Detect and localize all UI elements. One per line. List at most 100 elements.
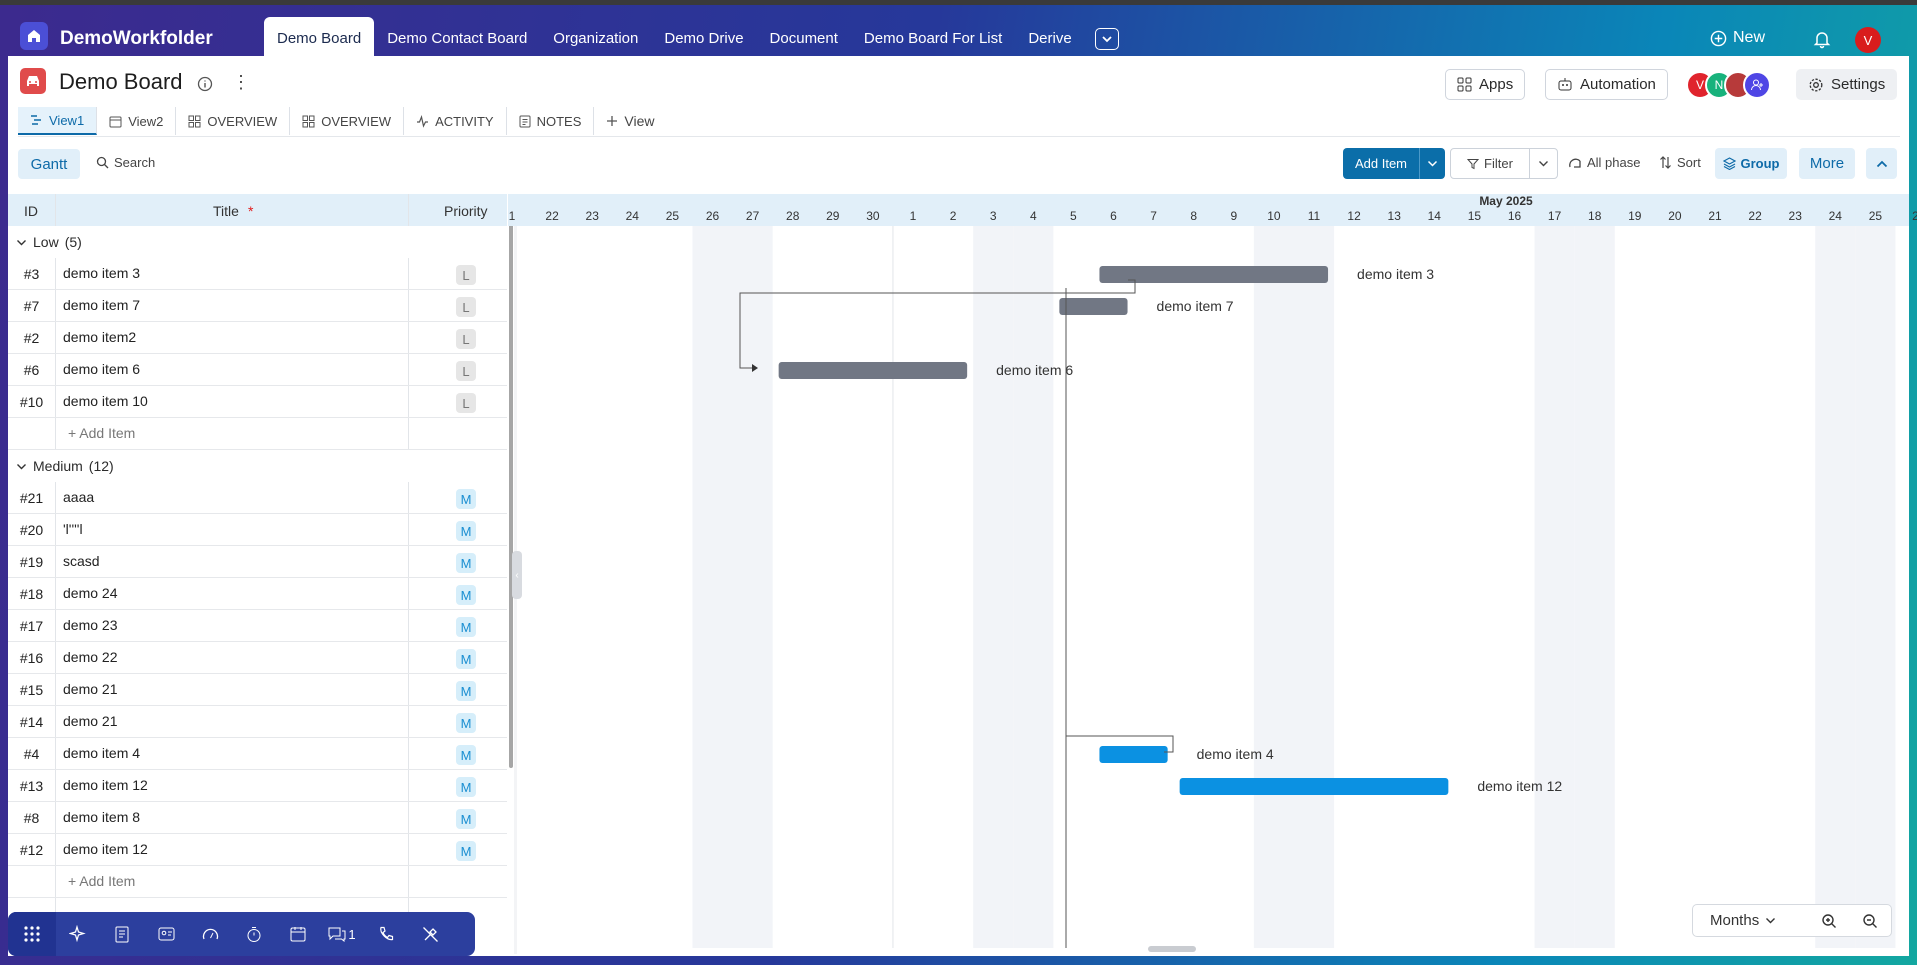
row-title[interactable]: demo item2: [63, 329, 136, 345]
table-row[interactable]: #2 demo item2 L: [8, 322, 507, 354]
view-tab-view1[interactable]: View1: [18, 107, 98, 135]
row-title[interactable]: demo item 8: [63, 809, 140, 825]
table-row[interactable]: #8 demo item 8 M: [8, 802, 507, 834]
priority-badge[interactable]: M: [456, 489, 476, 509]
table-row[interactable]: #13 demo item 12 M: [8, 770, 507, 802]
row-title[interactable]: aaaa: [63, 489, 94, 505]
nav-tab-demo-board[interactable]: Demo Board: [264, 17, 375, 61]
board-info-button[interactable]: [197, 76, 213, 97]
chat-button[interactable]: 1: [320, 912, 364, 956]
priority-badge[interactable]: M: [456, 841, 476, 861]
row-title[interactable]: demo 21: [63, 713, 117, 729]
gantt-bar[interactable]: [1179, 778, 1449, 795]
table-row[interactable]: #12 demo item 12 M: [8, 834, 507, 866]
add-view-button[interactable]: View: [594, 107, 666, 135]
row-title[interactable]: scasd: [63, 553, 100, 569]
priority-badge[interactable]: L: [456, 297, 476, 317]
dashboard-button[interactable]: [188, 912, 232, 956]
notifications-button[interactable]: [1812, 29, 1832, 54]
contact-card-button[interactable]: [144, 912, 188, 956]
add-item-link[interactable]: + Add Item: [68, 425, 135, 441]
phone-button[interactable]: [364, 912, 408, 956]
priority-badge[interactable]: M: [456, 777, 476, 797]
row-title[interactable]: demo 21: [63, 681, 117, 697]
nav-tab-demo-contact-board[interactable]: Demo Contact Board: [374, 17, 540, 61]
row-title[interactable]: demo 23: [63, 617, 117, 633]
home-button[interactable]: [20, 22, 48, 50]
priority-badge[interactable]: M: [456, 809, 476, 829]
workspace-name[interactable]: DemoWorkfolder: [60, 28, 213, 50]
add-item-row[interactable]: + Add Item: [8, 866, 507, 898]
sort-button[interactable]: Sort: [1659, 155, 1701, 170]
priority-badge[interactable]: M: [456, 745, 476, 765]
gantt-mode-button[interactable]: Gantt: [18, 149, 80, 179]
nav-tab-organization[interactable]: Organization: [540, 17, 651, 61]
nav-tab-document[interactable]: Document: [757, 17, 851, 61]
nav-tab-derive[interactable]: Derive: [1015, 17, 1084, 61]
zoom-in-button[interactable]: [1809, 913, 1850, 929]
table-row[interactable]: #19 scasd M: [8, 546, 507, 578]
timer-button[interactable]: [232, 912, 276, 956]
row-title[interactable]: demo item 10: [63, 393, 148, 409]
apps-button[interactable]: Apps: [1445, 69, 1526, 100]
column-id[interactable]: ID: [24, 203, 38, 219]
priority-badge[interactable]: M: [456, 713, 476, 733]
table-row[interactable]: #17 demo 23 M: [8, 610, 507, 642]
board-menu-icon[interactable]: ⋮: [232, 73, 250, 91]
row-title[interactable]: demo item 4: [63, 745, 140, 761]
table-row[interactable]: #21 aaaa M: [8, 482, 507, 514]
row-title[interactable]: demo item 12: [63, 841, 148, 857]
table-row[interactable]: #14 demo 21 M: [8, 706, 507, 738]
ai-button[interactable]: [56, 912, 100, 956]
add-member-button[interactable]: [1743, 71, 1771, 99]
table-row[interactable]: #16 demo 22 M: [8, 642, 507, 674]
table-row[interactable]: #18 demo 24 M: [8, 578, 507, 610]
document-button[interactable]: [100, 912, 144, 956]
vertical-scrollbar[interactable]: [509, 208, 513, 768]
nav-tab-demo-board-for-list[interactable]: Demo Board For List: [851, 17, 1015, 61]
more-button[interactable]: More: [1799, 148, 1855, 179]
priority-badge[interactable]: M: [456, 617, 476, 637]
column-priority[interactable]: Priority: [444, 203, 488, 219]
priority-badge[interactable]: L: [456, 329, 476, 349]
add-item-row[interactable]: + Add Item: [8, 418, 507, 450]
search-button[interactable]: Search: [96, 155, 155, 170]
row-title[interactable]: demo item 7: [63, 297, 140, 313]
settings-button[interactable]: Settings: [1796, 69, 1898, 100]
disable-tools-button[interactable]: [408, 912, 452, 956]
new-button[interactable]: New: [1710, 29, 1765, 47]
row-title[interactable]: demo item 6: [63, 361, 140, 377]
board-members[interactable]: V N: [1686, 71, 1771, 99]
priority-badge[interactable]: M: [456, 553, 476, 573]
collapse-toolbar-button[interactable]: [1866, 148, 1897, 179]
table-row[interactable]: #7 demo item 7 L: [8, 290, 507, 322]
filter-dropdown[interactable]: [1529, 149, 1557, 178]
priority-badge[interactable]: M: [456, 681, 476, 701]
automation-button[interactable]: Automation: [1545, 69, 1668, 100]
group-header-low[interactable]: Low (5): [8, 226, 507, 258]
view-tab-notes[interactable]: NOTES: [507, 107, 595, 135]
table-row[interactable]: #20 'l''''l M: [8, 514, 507, 546]
row-title[interactable]: 'l''''l: [63, 521, 83, 537]
add-item-link[interactable]: + Add Item: [68, 873, 135, 889]
view-tab-overview[interactable]: OVERVIEW: [176, 107, 291, 135]
table-row[interactable]: #3 demo item 3 L: [8, 258, 507, 290]
table-row[interactable]: #4 demo item 4 M: [8, 738, 507, 770]
add-item-button[interactable]: Add Item: [1343, 148, 1445, 179]
view-tab-view2[interactable]: View2: [97, 107, 177, 135]
row-title[interactable]: demo 22: [63, 649, 117, 665]
table-row[interactable]: #10 demo item 10 L: [8, 386, 507, 418]
gantt-bar[interactable]: [778, 362, 968, 379]
priority-badge[interactable]: L: [456, 361, 476, 381]
priority-badge[interactable]: M: [456, 649, 476, 669]
zoom-out-button[interactable]: [1850, 913, 1891, 929]
all-phase-button[interactable]: All phase: [1568, 155, 1640, 170]
row-title[interactable]: demo 24: [63, 585, 117, 601]
column-title[interactable]: Title: [213, 203, 239, 219]
scale-select[interactable]: Months: [1693, 912, 1809, 929]
view-tab-overview-2[interactable]: OVERVIEW: [290, 107, 405, 135]
priority-badge[interactable]: M: [456, 521, 476, 541]
nav-tab-demo-drive[interactable]: Demo Drive: [651, 17, 756, 61]
panel-resize-handle[interactable]: ‹: [512, 551, 522, 599]
calendar-button[interactable]: [276, 912, 320, 956]
